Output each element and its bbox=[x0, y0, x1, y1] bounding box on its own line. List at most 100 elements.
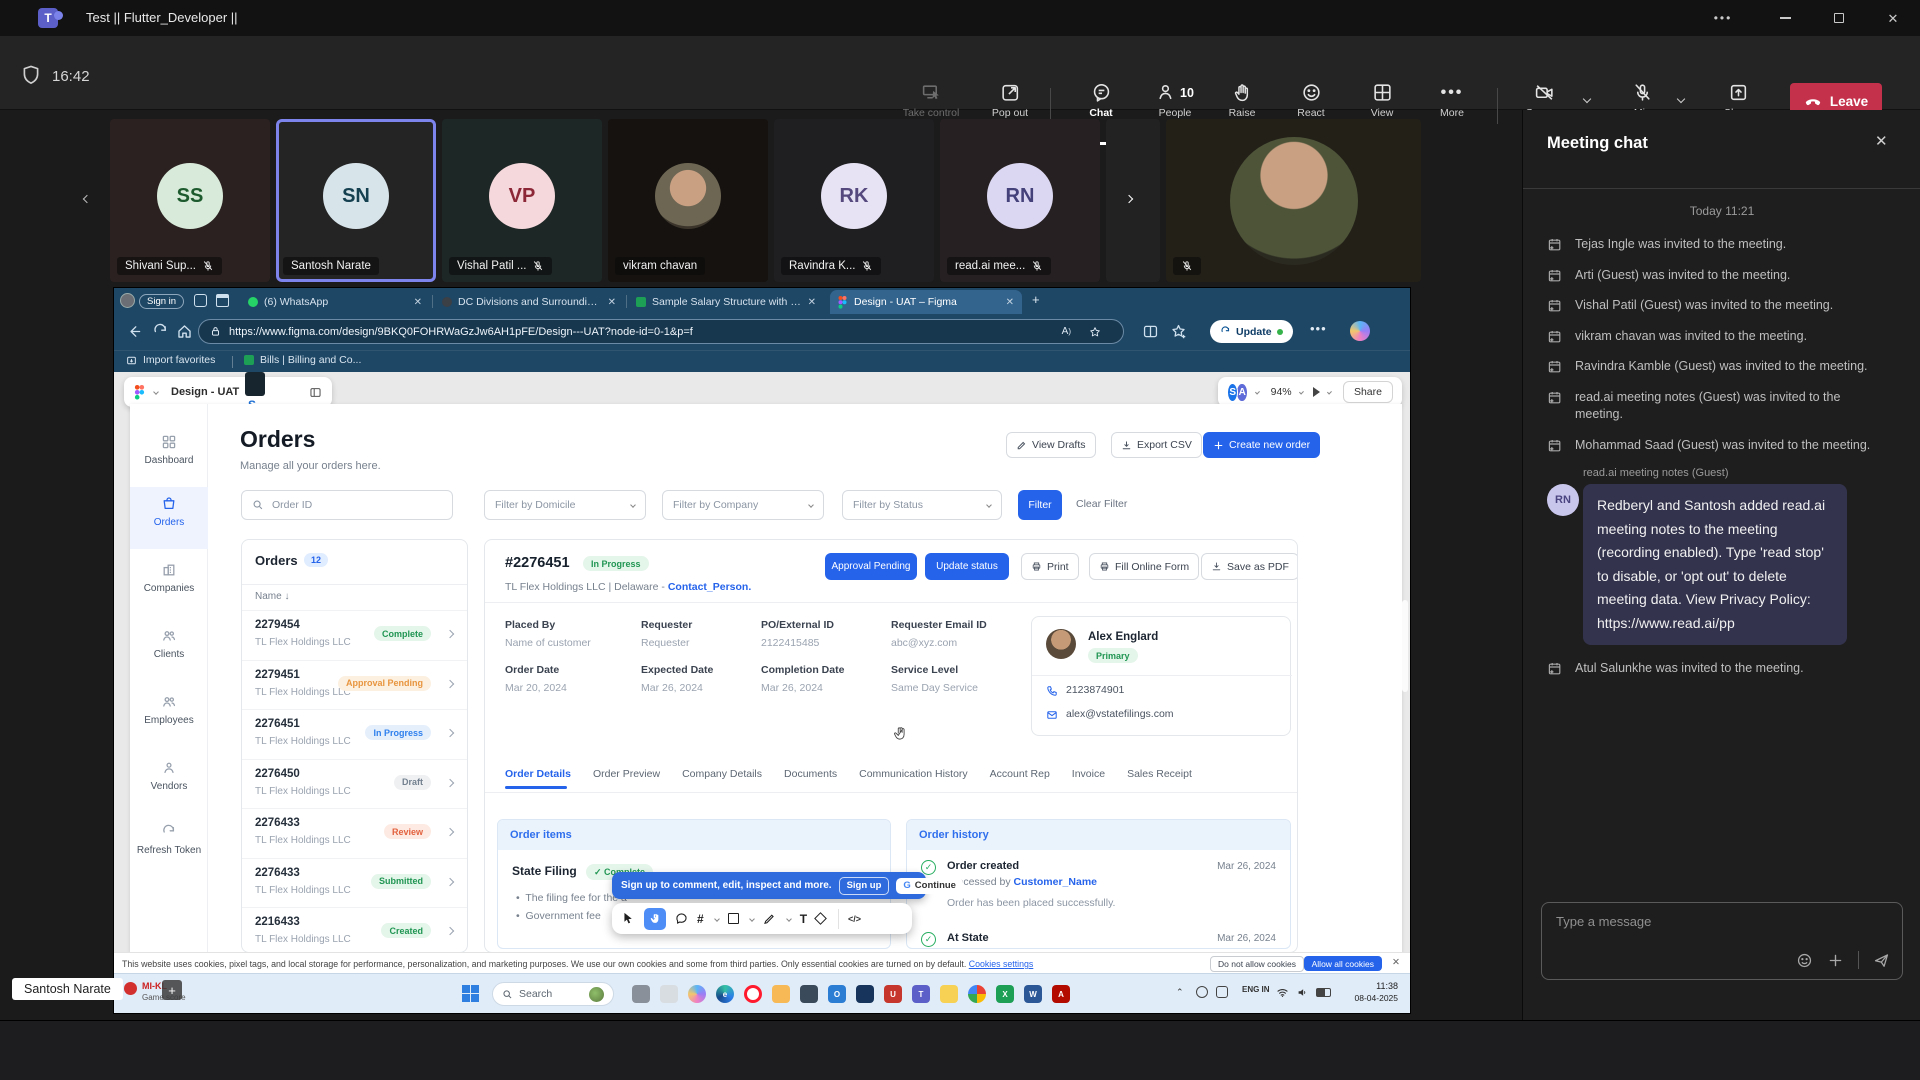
order-row[interactable]: 2216433 TL Flex Holdings LLC Created bbox=[242, 907, 467, 953]
sidebar-item-refresh-token[interactable]: Refresh Token bbox=[130, 824, 208, 856]
start-button[interactable] bbox=[462, 985, 479, 1002]
print-button[interactable]: Print bbox=[1021, 553, 1079, 580]
tiles-scroll-left-button[interactable] bbox=[74, 182, 100, 216]
wifi-icon[interactable] bbox=[1276, 986, 1289, 999]
camera-options-chevron[interactable] bbox=[1583, 95, 1591, 103]
sign-in-button[interactable]: Sign in bbox=[139, 294, 184, 309]
tray-icon[interactable] bbox=[1216, 986, 1228, 998]
move-tool-icon[interactable] bbox=[622, 912, 635, 925]
banner-signup-button[interactable]: Sign up bbox=[839, 877, 890, 895]
column-header-name[interactable]: Name ↓ bbox=[255, 591, 289, 602]
tray-chevron-up[interactable]: ⌃ bbox=[1176, 987, 1184, 998]
order-row[interactable]: 2279454 TL Flex Holdings LLC Complete bbox=[242, 610, 467, 660]
browser-tab-active[interactable]: Design - UAT – Figma ✕ bbox=[830, 290, 1022, 314]
excel-icon[interactable]: X bbox=[996, 985, 1014, 1003]
defender-icon[interactable] bbox=[856, 985, 874, 1003]
approval-pending-button[interactable]: Approval Pending bbox=[825, 553, 917, 580]
taskbar-app-icon[interactable] bbox=[660, 985, 678, 1003]
allow-cookies-button[interactable]: Allow all cookies bbox=[1304, 956, 1382, 971]
tab-order-details[interactable]: Order Details bbox=[505, 768, 571, 780]
view-button[interactable]: View bbox=[1350, 82, 1414, 119]
sidebar-item-clients[interactable]: Clients bbox=[130, 628, 208, 660]
deny-cookies-button[interactable]: Do not allow cookies bbox=[1210, 956, 1304, 972]
emoji-icon[interactable] bbox=[1796, 952, 1813, 969]
order-row[interactable]: 2276451 TL Flex Holdings LLC In Progress bbox=[242, 709, 467, 759]
browser-tab[interactable]: DC Divisions and Surroundings ✕ bbox=[434, 290, 624, 314]
tab-close-icon[interactable]: ✕ bbox=[414, 297, 422, 308]
window-menu-button[interactable]: ••• bbox=[1700, 0, 1746, 36]
frame-tool-icon[interactable]: # bbox=[697, 912, 704, 926]
workspaces-icon[interactable] bbox=[194, 294, 207, 307]
save-as-pdf-button[interactable]: Save as PDF bbox=[1201, 553, 1298, 580]
figma-share-button[interactable]: Share bbox=[1343, 381, 1393, 403]
video-tile-photo-large[interactable] bbox=[1166, 119, 1421, 282]
figma-logo-icon[interactable] bbox=[134, 385, 145, 400]
filter-company-select[interactable]: Filter by Company bbox=[662, 490, 824, 520]
minimize-button[interactable] bbox=[1762, 0, 1808, 36]
present-chevron[interactable] bbox=[1327, 390, 1332, 395]
figma-menu-chevron[interactable] bbox=[153, 389, 159, 395]
bookmark-import-favorites[interactable]: Import favorites bbox=[126, 354, 215, 366]
refresh-icon[interactable] bbox=[152, 323, 169, 340]
filter-button[interactable]: Filter bbox=[1018, 490, 1062, 520]
video-tile[interactable]: RN read.ai mee... bbox=[940, 119, 1100, 282]
tab-close-icon[interactable]: ✕ bbox=[608, 297, 616, 308]
game-widget-logo[interactable] bbox=[124, 982, 137, 995]
sidebar-item-orders[interactable]: Orders bbox=[130, 496, 208, 528]
video-tile-active-speaker[interactable]: SN Santosh Narate bbox=[276, 119, 436, 282]
order-row[interactable]: 2279451 TL Flex Holdings LLC Approval Pe… bbox=[242, 660, 467, 710]
tab-invoice[interactable]: Invoice bbox=[1072, 768, 1105, 780]
collections-star-icon[interactable] bbox=[1170, 323, 1187, 340]
tray-language[interactable]: ENG IN bbox=[1242, 985, 1270, 994]
taskbar-search-box[interactable]: Search bbox=[492, 982, 614, 1006]
cookie-close-icon[interactable]: ✕ bbox=[1392, 957, 1400, 968]
word-icon[interactable]: W bbox=[1024, 985, 1042, 1003]
browser-menu-icon[interactable]: ••• bbox=[1310, 321, 1327, 336]
order-row[interactable]: 2276433 TL Flex Holdings LLC Submitted bbox=[242, 858, 467, 908]
chrome-icon[interactable] bbox=[968, 985, 986, 1003]
copilot-icon[interactable] bbox=[688, 985, 706, 1003]
opera-icon[interactable] bbox=[744, 985, 762, 1003]
filter-domicile-select[interactable]: Filter by Domicile bbox=[484, 490, 646, 520]
people-button[interactable]: 10 People bbox=[1137, 82, 1213, 119]
tiles-scroll-right-button[interactable] bbox=[1116, 182, 1142, 216]
video-tile[interactable]: RK Ravindra K... bbox=[774, 119, 934, 282]
battery-icon[interactable] bbox=[1316, 988, 1331, 997]
present-play-icon[interactable] bbox=[1313, 387, 1320, 397]
collaborator-avatar[interactable]: S bbox=[1227, 383, 1238, 402]
dev-mode-toggle[interactable]: </> bbox=[838, 909, 861, 929]
pen-tool-icon[interactable] bbox=[763, 912, 776, 925]
tab-company-details[interactable]: Company Details bbox=[682, 768, 762, 780]
order-row[interactable]: 2276450 TL Flex Holdings LLC Draft bbox=[242, 759, 467, 809]
read-aloud-icon[interactable]: A) bbox=[1062, 326, 1071, 337]
tab-documents[interactable]: Documents bbox=[784, 768, 837, 780]
split-screen-icon[interactable] bbox=[1142, 323, 1159, 340]
tab-actions-icon[interactable] bbox=[216, 294, 229, 307]
chat-close-icon[interactable]: ✕ bbox=[1875, 132, 1888, 150]
chat-input[interactable]: Type a message bbox=[1541, 902, 1903, 980]
create-new-order-button[interactable]: Create new order bbox=[1203, 432, 1320, 458]
volume-icon[interactable] bbox=[1296, 986, 1309, 999]
contact-phone[interactable]: 2123874901 bbox=[1066, 684, 1124, 696]
contact-person-link[interactable]: Contact_Person. bbox=[668, 581, 751, 593]
favorite-star-icon[interactable] bbox=[1089, 326, 1101, 338]
collaborator-avatar[interactable]: A bbox=[1236, 383, 1247, 402]
export-csv-button[interactable]: Export CSV bbox=[1111, 432, 1202, 458]
tray-date[interactable]: 08-04-2025 bbox=[1346, 993, 1398, 1003]
update-status-button[interactable]: Update status bbox=[925, 553, 1009, 580]
restore-button[interactable] bbox=[1816, 0, 1862, 36]
address-bar[interactable]: https://www.figma.com/design/9BKQ0FOHRWa… bbox=[198, 319, 1124, 344]
browser-tab[interactable]: Sample Salary Structure with calc ✕ bbox=[628, 290, 824, 314]
send-icon[interactable] bbox=[1873, 952, 1890, 969]
teams-icon[interactable]: T bbox=[912, 985, 930, 1003]
copilot-icon[interactable] bbox=[1350, 321, 1370, 341]
tab-close-icon[interactable]: ✕ bbox=[808, 297, 816, 308]
cookie-settings-link[interactable]: Cookies settings bbox=[969, 959, 1034, 969]
filter-status-select[interactable]: Filter by Status bbox=[842, 490, 1002, 520]
video-tile[interactable]: SS Shivani Sup... bbox=[110, 119, 270, 282]
order-row[interactable]: 2276433 TL Flex Holdings LLC Review bbox=[242, 808, 467, 858]
edge-icon[interactable]: e bbox=[716, 985, 734, 1003]
tab-sales-receipt[interactable]: Sales Receipt bbox=[1127, 768, 1192, 780]
component-tool-icon[interactable] bbox=[814, 912, 827, 925]
react-button[interactable]: React bbox=[1279, 82, 1343, 119]
